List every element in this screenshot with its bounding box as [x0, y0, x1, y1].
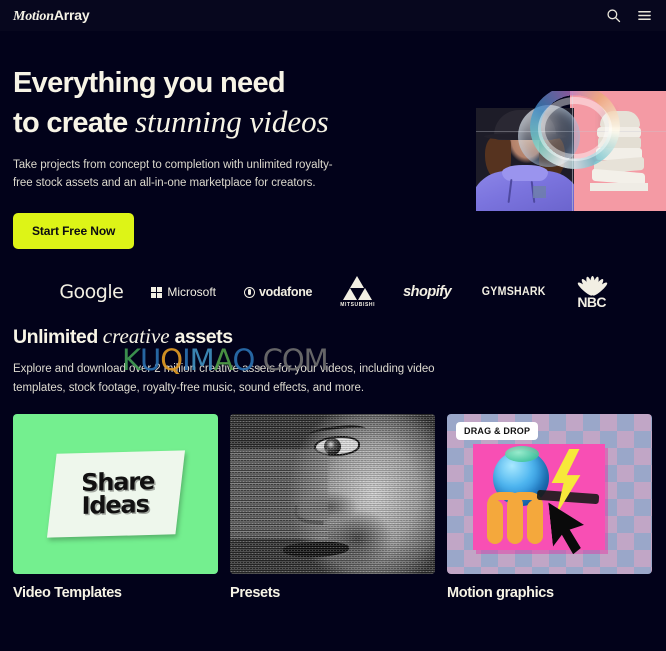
logo-nbc: NBC [575, 275, 609, 310]
logo-motion-text: Motion [13, 8, 54, 24]
logo-vodafone-label: vodafone [259, 285, 313, 299]
logo-microsoft: Microsoft [151, 285, 216, 299]
orange-m-shape [487, 491, 545, 544]
hero-copy: Everything you need to create stunning v… [13, 65, 463, 249]
hamburger-menu-icon[interactable] [637, 8, 652, 23]
card-thumbnail-presets[interactable] [230, 413, 435, 574]
header-actions [606, 8, 652, 23]
card-title-video-templates: Video Templates [13, 584, 122, 601]
card-motion-graphics[interactable]: DRAG & DROP Motion graphics [447, 413, 652, 601]
client-logo-strip: Google Microsoft vodafone MITSUBISHI sho… [0, 253, 666, 325]
site-logo[interactable]: MotionArray [13, 6, 90, 25]
logo-mitsubishi: MITSUBISHI [340, 276, 375, 308]
hero-heading: Everything you need to create stunning v… [13, 65, 463, 142]
logo-google: Google [59, 281, 124, 303]
drag-and-drop-badge: DRAG & DROP [456, 421, 539, 440]
paper-text-line-2: Ideas [80, 489, 148, 520]
hero-section: Everything you need to create stunning v… [0, 31, 666, 253]
asset-category-cards: Share Ideas Video Templates Presets DRAG… [0, 413, 666, 601]
hero-heading-plain: to create [13, 106, 135, 139]
card-thumbnail-motion-graphics[interactable]: DRAG & DROP [447, 413, 652, 574]
start-free-now-button[interactable]: Start Free Now [13, 212, 135, 249]
assets-heading-plain-1: Unlimited [13, 326, 103, 348]
assets-subtext: Explore and download over 2 million crea… [13, 363, 435, 395]
site-header: MotionArray [0, 0, 666, 31]
hero-heading-line-1: Everything you need [13, 67, 286, 99]
portrait-helmet-brim [484, 133, 566, 140]
assets-heading: Unlimited creative assets [13, 324, 653, 348]
hero-heading-line-2: to create stunning videos [13, 102, 463, 142]
search-icon[interactable] [606, 8, 621, 23]
logo-gymshark-label: GYMSHARK [481, 286, 546, 298]
logo-vodafone: vodafone [244, 285, 313, 299]
film-grain-overlay [230, 413, 435, 574]
logo-gymshark: GYMSHARK [482, 286, 546, 298]
green-highlight-shape [505, 445, 539, 462]
logo-microsoft-label: Microsoft [167, 285, 217, 299]
card-video-templates[interactable]: Share Ideas Video Templates [13, 413, 218, 601]
portrait-collar [502, 165, 548, 181]
hero-heading-italic: stunning videos [134, 103, 329, 139]
hero-artwork [476, 91, 666, 211]
card-title-presets: Presets [230, 584, 280, 601]
logo-array-text: Array [53, 6, 90, 23]
card-thumbnail-video-templates[interactable]: Share Ideas [13, 413, 218, 574]
portrait-jacket-badge [533, 186, 546, 198]
logo-shopify-label: shopify [403, 284, 452, 300]
bust-slice [600, 111, 640, 128]
logo-mitsubishi-label: MITSUBISHI [340, 302, 376, 308]
logo-shopify: shopify [403, 284, 452, 300]
assets-heading-italic: creative [102, 324, 170, 348]
hero-art-left-panel [476, 108, 574, 211]
assets-section: Unlimited creative assets Explore and do… [0, 324, 666, 398]
sliced-bust-sculpture [590, 111, 648, 191]
microsoft-squares-icon [151, 286, 163, 298]
hero-art-right-panel [570, 91, 666, 211]
share-ideas-paper: Share Ideas [46, 450, 185, 538]
art-guide-line-horizontal [476, 131, 666, 132]
logo-google-label: Google [59, 281, 124, 303]
bust-base [590, 183, 648, 191]
nbc-peacock-icon [575, 275, 609, 297]
card-presets[interactable]: Presets [230, 413, 435, 601]
mitsubishi-diamonds-icon [342, 276, 373, 300]
art-guide-line-vertical [572, 91, 573, 211]
assets-heading-plain-2: assets [169, 326, 233, 348]
hero-subtext: Take projects from concept to completion… [13, 158, 333, 190]
vodafone-speechmark-icon [244, 286, 256, 298]
card-title-motion-graphics: Motion graphics [447, 584, 554, 601]
